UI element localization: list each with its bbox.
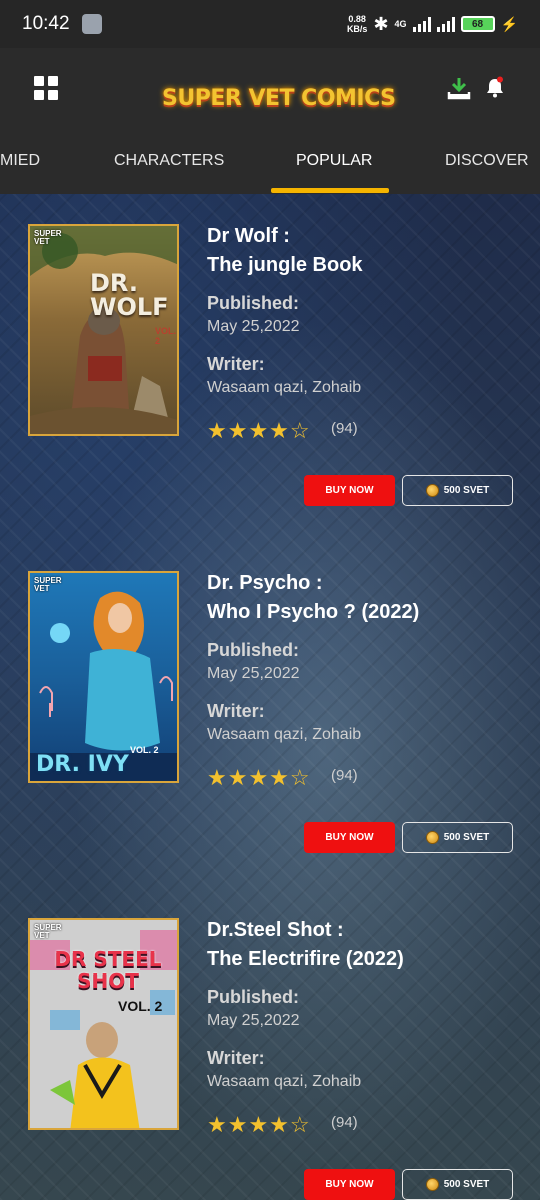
price-button[interactable]: 500 SVET xyxy=(402,475,513,506)
comic-title[interactable]: Dr. Psycho : Who I Psycho ? (2022) xyxy=(207,569,419,627)
status-icons: 0.88 KB/s ✱ 4G 68 ⚡ xyxy=(347,14,518,35)
tab-popular[interactable]: POPULAR xyxy=(296,152,372,170)
wrench-icon xyxy=(81,14,102,34)
charging-icon: ⚡ xyxy=(500,15,518,32)
published-date: May 25,2022 xyxy=(207,318,300,335)
cover-title: DR. IVY xyxy=(36,752,129,777)
buy-now-button[interactable]: BUY NOW xyxy=(304,475,395,506)
status-bar: 10:42 0.88 KB/s ✱ 4G 68 ⚡ xyxy=(0,0,540,48)
coin-icon xyxy=(425,1178,439,1191)
cover-title: DR. WOLF xyxy=(90,269,169,321)
cover-brand: SUPER VET xyxy=(34,923,62,940)
comic-card[interactable]: SUPER VET DR. IVY VOL. 2 Dr. Psycho : Wh… xyxy=(0,541,540,888)
network-speed-unit: KB/s xyxy=(346,24,368,34)
published-label: Published: xyxy=(207,987,300,1007)
tab-characters[interactable]: CHARACTERS xyxy=(114,152,224,170)
tab-comedied[interactable]: MIED xyxy=(0,152,40,170)
cover-volume: VOL. 2 xyxy=(155,326,177,346)
price-button[interactable]: 500 SVET xyxy=(402,822,513,853)
comic-title-line2: Who I Psycho ? (2022) xyxy=(207,601,420,623)
writer-label: Writer: xyxy=(207,1048,265,1068)
price-label: 500 SVET xyxy=(443,485,490,496)
comic-title-line2: The jungle Book xyxy=(207,254,363,276)
app-header: SUPER VET COMICS MIED CHARACTERS POPULAR… xyxy=(0,48,540,194)
writer-label: Writer: xyxy=(207,354,265,374)
cover-volume: VOL. 2 xyxy=(130,745,159,755)
cover-title: DR STEEL SHOT xyxy=(54,947,162,993)
price-label: 500 SVET xyxy=(443,832,490,843)
network-speed-value: 0.88 xyxy=(348,14,366,24)
tab-discover[interactable]: DISCOVER xyxy=(445,152,529,170)
status-time: 10:42 xyxy=(22,13,70,34)
bluetooth-icon: ✱ xyxy=(373,13,389,34)
published-label: Published: xyxy=(207,293,300,313)
comic-cover[interactable]: SUPER VET DR. WOLF VOL. 2 xyxy=(28,224,179,436)
comic-title-line1: Dr. Psycho : xyxy=(207,572,323,594)
comic-card[interactable]: SUPER VET DR STEEL SHOT VOL. 2 Dr.Steel … xyxy=(0,888,540,1200)
comic-title[interactable]: Dr Wolf : The jungle Book xyxy=(207,222,363,280)
rating-count: (94) xyxy=(331,1114,358,1131)
comic-card[interactable]: SUPER VET DR. WOLF VOL. 2 Dr Wolf : The … xyxy=(0,194,540,541)
buy-now-button[interactable]: BUY NOW xyxy=(304,1169,395,1200)
signal-icon-2 xyxy=(436,16,455,32)
rating-stars: ★★★★☆ xyxy=(207,1112,311,1137)
writer-label: Writer: xyxy=(207,701,265,721)
published-date: May 25,2022 xyxy=(207,1012,300,1029)
price-label: 500 SVET xyxy=(443,1179,490,1190)
app-logo: SUPER VET COMICS xyxy=(162,86,396,111)
comic-list[interactable]: SUPER VET DR. WOLF VOL. 2 Dr Wolf : The … xyxy=(0,194,540,1200)
comic-title[interactable]: Dr.Steel Shot : The Electrifire (2022) xyxy=(207,916,404,974)
comic-title-line2: The Electrifire (2022) xyxy=(207,948,404,970)
price-button[interactable]: 500 SVET xyxy=(402,1169,513,1200)
battery-icon: 68 xyxy=(460,16,495,32)
buy-now-button[interactable]: BUY NOW xyxy=(304,822,395,853)
comic-title-line1: Dr.Steel Shot : xyxy=(207,919,344,941)
comic-cover[interactable]: SUPER VET DR STEEL SHOT VOL. 2 xyxy=(28,918,179,1130)
signal-icon xyxy=(412,16,431,32)
download-icon[interactable] xyxy=(447,76,471,100)
published-label: Published: xyxy=(207,640,300,660)
network-speed: 0.88 KB/s xyxy=(347,14,368,34)
coin-icon xyxy=(425,484,439,497)
network-type: 4G xyxy=(394,19,407,29)
writer-names: Wasaam qazi, Zohaib xyxy=(207,379,362,396)
notification-bell-icon[interactable] xyxy=(485,76,505,98)
comic-title-line1: Dr Wolf : xyxy=(207,225,290,247)
active-tab-indicator xyxy=(271,188,389,193)
rating-count: (94) xyxy=(331,420,358,437)
category-tabs: MIED CHARACTERS POPULAR DISCOVER xyxy=(0,146,540,194)
cover-brand: SUPER VET xyxy=(34,576,62,593)
published-date: May 25,2022 xyxy=(207,665,300,682)
rating-stars: ★★★★☆ xyxy=(207,418,311,443)
menu-grid-icon[interactable] xyxy=(34,76,58,100)
rating-count: (94) xyxy=(331,767,358,784)
writer-names: Wasaam qazi, Zohaib xyxy=(207,1073,362,1090)
rating-stars: ★★★★☆ xyxy=(207,765,311,790)
writer-names: Wasaam qazi, Zohaib xyxy=(207,726,362,743)
cover-volume: VOL. 2 xyxy=(118,998,163,1014)
comic-cover[interactable]: SUPER VET DR. IVY VOL. 2 xyxy=(28,571,179,783)
coin-icon xyxy=(425,831,439,844)
cover-brand: SUPER VET xyxy=(34,229,62,246)
